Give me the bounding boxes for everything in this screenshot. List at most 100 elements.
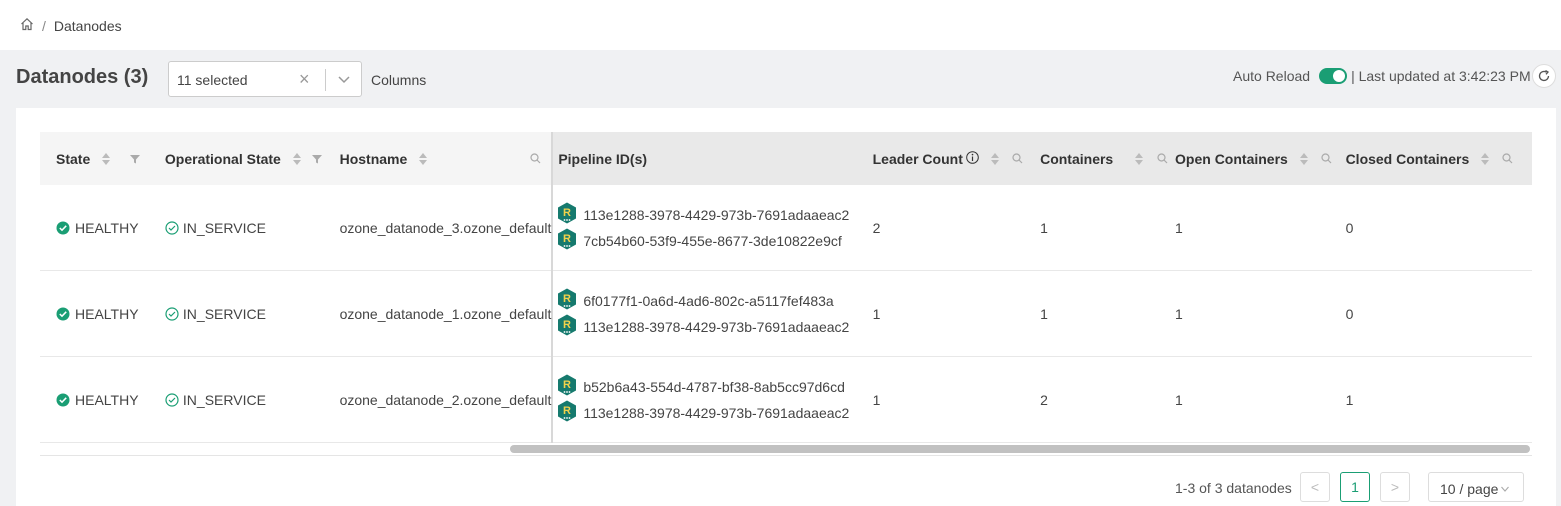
home-icon[interactable]: [20, 17, 34, 34]
check-circle-outline-icon: [165, 220, 179, 235]
check-circle-filled-icon: [56, 307, 70, 320]
svg-text:R: R: [563, 379, 571, 391]
closed-containers-text: 1: [1345, 391, 1354, 408]
sort-icon[interactable]: [1481, 152, 1490, 165]
leader-count-text: 1: [872, 391, 881, 408]
clear-icon[interactable]: ×: [299, 69, 310, 90]
column-label: Leader Count: [872, 150, 963, 167]
ratis-pipeline-icon: R: [557, 202, 583, 227]
column-label: Closed Containers: [1345, 150, 1470, 167]
closed-containers-text: 0: [1345, 219, 1354, 236]
search-icon[interactable]: [1012, 151, 1023, 167]
column-label: Operational State: [164, 150, 281, 167]
check-circle-filled-icon: [56, 393, 70, 406]
toggle-knob: [1333, 70, 1346, 82]
table-row: HEALTHY IN_SERVICE ozone_datanode_1.ozon…: [40, 270, 1532, 357]
cell-state: HEALTHY: [40, 356, 149, 443]
pipeline-id-text: 113e1288-3978-4429-973b-7691adaaeac2: [583, 404, 850, 421]
check-circle-filled-icon: [56, 221, 70, 234]
pipeline-id: R 7cb54b60-53f9-455e-8677-3de10822e9cf: [557, 228, 872, 254]
svg-text:R: R: [563, 319, 571, 331]
column-label: Hostname: [339, 150, 408, 167]
pipeline-id: R 113e1288-3978-4429-973b-7691adaaeac2: [557, 314, 872, 340]
cell-operational-state: IN_SERVICE: [148, 185, 324, 271]
refresh-button[interactable]: [1532, 64, 1556, 88]
column-header-state[interactable]: State: [40, 132, 149, 185]
cell-state: HEALTHY: [40, 185, 149, 271]
state-text: HEALTHY: [75, 219, 139, 236]
column-label: Pipeline ID(s): [558, 150, 648, 167]
column-header-closed-containers[interactable]: Closed Containers: [1345, 132, 1532, 185]
ratis-pipeline-icon: R: [557, 400, 583, 425]
pipeline-id: R 113e1288-3978-4429-973b-7691adaaeac2: [557, 202, 872, 228]
cell-operational-state: IN_SERVICE: [148, 356, 324, 443]
sort-icon[interactable]: [1299, 152, 1308, 165]
horizontal-scrollbar[interactable]: [40, 442, 1532, 456]
next-page-button[interactable]: >: [1380, 472, 1410, 502]
column-header-operational-state[interactable]: Operational State: [148, 132, 324, 185]
hostname-text: ozone_datanode_3.ozone_default: [339, 219, 552, 236]
open-containers-text: 1: [1175, 305, 1183, 322]
cell-containers: 2: [1040, 356, 1176, 443]
search-icon[interactable]: [530, 151, 541, 167]
ratis-pipeline-icon: R: [557, 374, 583, 399]
select-divider: [325, 69, 326, 91]
check-circle-outline-icon: [165, 392, 179, 407]
sort-icon[interactable]: [990, 152, 999, 165]
sort-icon[interactable]: [102, 152, 111, 165]
sort-icon[interactable]: [1135, 152, 1144, 165]
scrollbar-thumb[interactable]: [510, 445, 1530, 453]
leader-count-text: 2: [872, 219, 881, 236]
sort-icon[interactable]: [292, 152, 301, 165]
pipeline-id: R 113e1288-3978-4429-973b-7691adaaeac2: [557, 400, 872, 426]
breadcrumb-separator: /: [42, 17, 46, 34]
closed-containers-text: 0: [1345, 305, 1354, 322]
refresh-icon: [1538, 69, 1550, 82]
page-1-button[interactable]: 1: [1340, 472, 1370, 502]
search-icon[interactable]: [1321, 151, 1332, 167]
filter-icon[interactable]: [130, 151, 141, 167]
table-row: HEALTHY IN_SERVICE ozone_datanode_2.ozon…: [40, 356, 1532, 443]
containers-text: 2: [1040, 391, 1048, 408]
cell-open-containers: 1: [1175, 185, 1346, 271]
ratis-pipeline-icon: R: [557, 228, 583, 253]
columns-select[interactable]: 11 selected ×: [168, 61, 362, 97]
operational-state-text: IN_SERVICE: [182, 305, 266, 322]
prev-page-button[interactable]: <: [1300, 472, 1330, 502]
cell-containers: 1: [1040, 270, 1176, 357]
column-header-leader-count[interactable]: Leader Count: [872, 132, 1041, 185]
ratis-pipeline-icon: R: [557, 288, 583, 313]
filter-icon[interactable]: [311, 151, 322, 167]
column-label: State: [56, 150, 91, 167]
table-row: HEALTHY IN_SERVICE ozone_datanode_3.ozon…: [40, 185, 1532, 271]
column-header-pipeline-ids[interactable]: Pipeline ID(s): [551, 132, 873, 185]
cell-open-containers: 1: [1175, 356, 1346, 443]
column-header-open-containers[interactable]: Open Containers: [1175, 132, 1346, 185]
chevron-down-icon[interactable]: [335, 70, 353, 93]
chevron-down-icon: [1501, 486, 1510, 492]
search-icon[interactable]: [1502, 151, 1513, 167]
cell-leader-count: 1: [872, 270, 1041, 357]
page-size-select[interactable]: 10 / page: [1428, 472, 1524, 502]
cell-leader-count: 2: [872, 185, 1041, 271]
auto-reload-label: Auto Reload: [1233, 68, 1311, 84]
info-icon[interactable]: [966, 150, 979, 167]
ratis-pipeline-icon: R: [557, 314, 583, 339]
sort-icon[interactable]: [419, 152, 428, 165]
columns-label: Columns: [371, 72, 427, 88]
column-header-containers[interactable]: Containers: [1040, 132, 1176, 185]
leader-count-text: 1: [872, 305, 881, 322]
pipeline-id-text: 113e1288-3978-4429-973b-7691adaaeac2: [583, 206, 850, 223]
cell-closed-containers: 1: [1345, 356, 1532, 443]
datanodes-card: State Operational State Hostname Pipelin…: [16, 108, 1556, 506]
auto-reload-toggle[interactable]: [1319, 68, 1348, 84]
pipeline-id-text: 113e1288-3978-4429-973b-7691adaaeac2: [583, 318, 850, 335]
cell-pipelines: Rb52b6a43-554d-4787-bf38-8ab5cc97d6cd R 11…: [551, 356, 873, 443]
search-icon[interactable]: [1157, 151, 1168, 167]
open-containers-text: 1: [1175, 219, 1183, 236]
check-circle-outline-icon: [165, 306, 179, 321]
page-size-value: 10 / page: [1440, 481, 1499, 497]
column-header-hostname[interactable]: Hostname: [323, 132, 553, 185]
datanodes-table: State Operational State Hostname Pipelin…: [40, 132, 1532, 443]
breadcrumb-current: Datanodes: [53, 17, 122, 34]
